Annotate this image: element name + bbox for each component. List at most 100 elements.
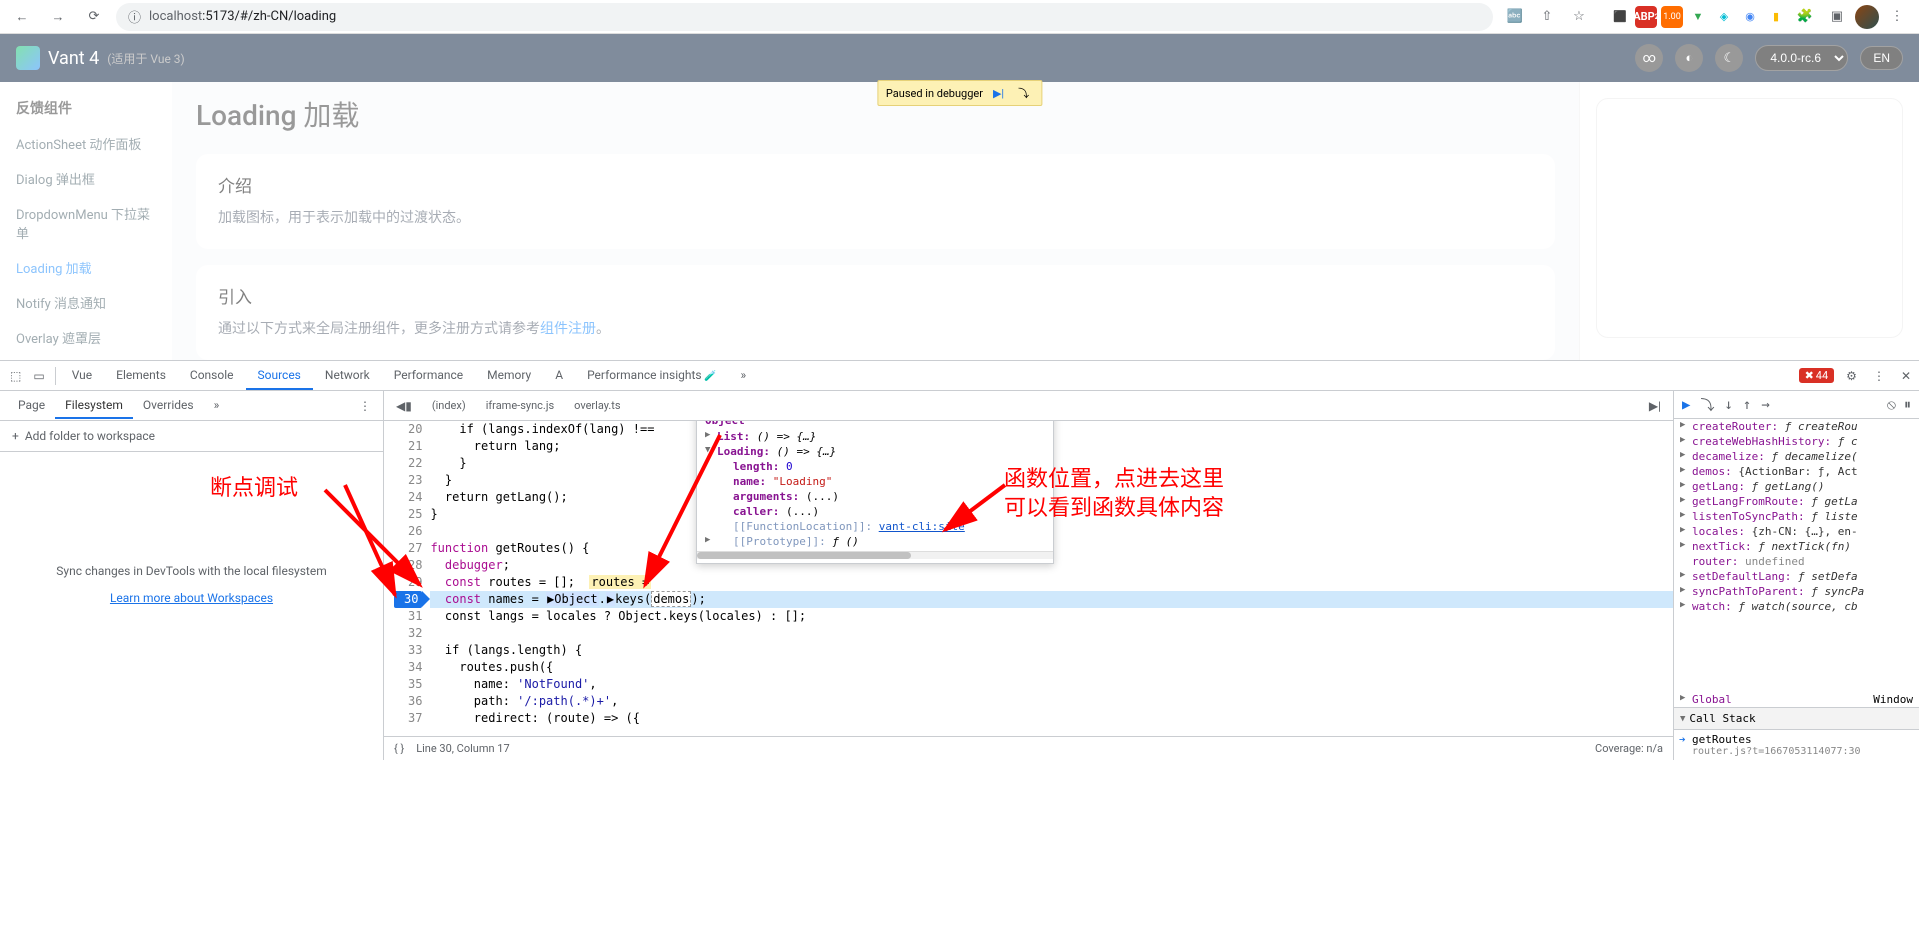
- devtools-tab[interactable]: Vue: [60, 362, 104, 390]
- ext-abp-icon[interactable]: ABP2: [1635, 6, 1657, 28]
- pause-exceptions-icon[interactable]: ⏸: [1904, 397, 1911, 413]
- settings-icon[interactable]: ⚙: [1842, 365, 1861, 387]
- scope-variable-row[interactable]: getLangFromRoute: ƒ getLa: [1674, 494, 1919, 509]
- panel-icon[interactable]: ▣: [1823, 3, 1851, 31]
- scope-variable-row[interactable]: listenToSyncPath: ƒ liste: [1674, 509, 1919, 524]
- step-icon[interactable]: →: [1761, 397, 1769, 413]
- tabs-overflow[interactable]: »: [729, 362, 759, 390]
- popup-scrollbar[interactable]: [697, 551, 1053, 559]
- callstack-fn: getRoutes: [1692, 733, 1913, 746]
- object-hover-popup: Object List: () => {…}Loading: () => {…}…: [696, 421, 1054, 564]
- file-tab[interactable]: overlay.ts: [564, 395, 630, 416]
- debugger-sidebar: ▶ ⤵ ↓ ↑ → ⦸ ⏸ createRouter: ƒ createRouc…: [1673, 391, 1919, 760]
- error-count-badge[interactable]: ✖ 44: [1799, 368, 1835, 383]
- devtools-tab[interactable]: Sources: [246, 362, 313, 390]
- url-bar[interactable]: ⓘ localhost:5173/#/zh-CN/loading: [116, 3, 1493, 31]
- tab-performance-insights[interactable]: Performance insights: [575, 362, 728, 390]
- scope-variable-row[interactable]: createRouter: ƒ createRou: [1674, 419, 1919, 434]
- scope-variable-row[interactable]: watch: ƒ watch(source, cb: [1674, 599, 1919, 614]
- devtools-close-icon[interactable]: ✕: [1897, 365, 1915, 387]
- scope-variable-row[interactable]: decamelize: ƒ decamelize(: [1674, 449, 1919, 464]
- forward-button[interactable]: →: [44, 3, 72, 31]
- resume-button[interactable]: ▶|: [989, 86, 1008, 101]
- line-gutter[interactable]: 202122232425262728293031323334353637: [384, 421, 430, 736]
- scope-variables[interactable]: createRouter: ƒ createRoucreateWebHashHi…: [1674, 419, 1919, 692]
- bookmark-icon[interactable]: ☆: [1565, 3, 1593, 31]
- add-folder-button[interactable]: + Add folder to workspace: [0, 421, 383, 452]
- callstack-file: router.js?t=1667053114077:30: [1692, 746, 1913, 757]
- devtools-tab[interactable]: Elements: [104, 362, 178, 390]
- share-icon[interactable]: ⇧: [1533, 3, 1561, 31]
- popup-property-row[interactable]: Loading: () => {…}: [697, 444, 1053, 459]
- plus-icon: +: [12, 429, 19, 443]
- cursor-position: Line 30, Column 17: [416, 742, 509, 755]
- scope-variable-row[interactable]: locales: {zh-CN: {…}, en-: [1674, 524, 1919, 539]
- scope-variable-row[interactable]: nextTick: ƒ nextTick(fn): [1674, 539, 1919, 554]
- debugger-banner-text: Paused in debugger: [886, 87, 983, 100]
- debugger-banner: Paused in debugger ▶| ⤵: [877, 80, 1042, 106]
- step-over-icon[interactable]: ⤵: [1700, 395, 1714, 415]
- file-tabs: ◀▮ (index)iframe-sync.jsoverlay.ts ▶|: [384, 391, 1673, 421]
- inspect-element-icon[interactable]: ⬚: [4, 365, 27, 387]
- scope-global-row[interactable]: Global Window: [1674, 692, 1919, 707]
- translate-icon[interactable]: 🔤: [1501, 3, 1529, 31]
- ext-icon-5[interactable]: ◈: [1713, 6, 1735, 28]
- sources-subtab[interactable]: Filesystem: [55, 393, 133, 419]
- scope-variable-row[interactable]: getLang: ƒ getLang(): [1674, 479, 1919, 494]
- devtools-tabs: ⬚ ▭ VueElementsConsoleSourcesNetworkPerf…: [0, 361, 1919, 391]
- profile-avatar[interactable]: [1855, 5, 1879, 29]
- sources-subtab[interactable]: Page: [8, 393, 55, 419]
- popup-property-row[interactable]: length: 0: [697, 459, 1053, 474]
- ext-icon-6[interactable]: ◉: [1739, 6, 1761, 28]
- toggle-navigator-icon[interactable]: ◀▮: [390, 395, 418, 417]
- file-tab[interactable]: iframe-sync.js: [476, 395, 564, 416]
- ext-vue-icon[interactable]: ▼: [1687, 6, 1709, 28]
- callstack-header[interactable]: Call Stack: [1674, 707, 1919, 730]
- step-out-icon[interactable]: ↑: [1743, 397, 1751, 413]
- debug-toolbar: ▶ ⤵ ↓ ↑ → ⦸ ⏸: [1674, 391, 1919, 419]
- ext-icon-1[interactable]: ⬛: [1609, 6, 1631, 28]
- ext-icon-3[interactable]: 1.00: [1661, 6, 1683, 28]
- chrome-menu-icon[interactable]: ⋮: [1883, 3, 1911, 31]
- scope-variable-row[interactable]: router: undefined: [1674, 554, 1919, 569]
- ext-icon-7[interactable]: ▮: [1765, 6, 1787, 28]
- scope-variable-row[interactable]: demos: {ActionBar: ƒ, Act: [1674, 464, 1919, 479]
- page-content: Paused in debugger ▶| ⤵ Vant 4 (适用于 Vue …: [0, 34, 1919, 360]
- reload-button[interactable]: ⟳: [80, 3, 108, 31]
- step-button[interactable]: ⤵: [1014, 84, 1033, 102]
- learn-more-link[interactable]: Learn more about Workspaces: [0, 591, 383, 605]
- scope-variable-row[interactable]: createWebHashHistory: ƒ c: [1674, 434, 1919, 449]
- devtools-tab[interactable]: Network: [313, 362, 382, 390]
- file-tab[interactable]: (index): [422, 395, 476, 416]
- more-tabs-icon[interactable]: ▶|: [1643, 395, 1667, 417]
- devtools-tab[interactable]: Performance: [382, 362, 475, 390]
- coverage-status: Coverage: n/a: [1595, 742, 1663, 755]
- navigator-menu-icon[interactable]: ⋮: [355, 395, 375, 417]
- sources-navigator: PageFilesystemOverrides» ⋮ + Add folder …: [0, 391, 384, 760]
- device-toggle-icon[interactable]: ▭: [27, 365, 50, 387]
- devtools-tab[interactable]: Memory: [475, 362, 543, 390]
- scope-variable-row[interactable]: setDefaultLang: ƒ setDefa: [1674, 569, 1919, 584]
- popup-property-row[interactable]: [[Prototype]]: ƒ (): [697, 534, 1053, 549]
- resume-icon[interactable]: ▶: [1682, 397, 1690, 413]
- step-into-icon[interactable]: ↓: [1724, 397, 1732, 413]
- extensions-icon[interactable]: 🧩: [1791, 3, 1819, 31]
- sources-subtab[interactable]: »: [204, 393, 230, 419]
- devtools-menu-icon[interactable]: ⋮: [1869, 365, 1889, 387]
- callstack-frame[interactable]: getRoutes router.js?t=1667053114077:30: [1674, 730, 1919, 760]
- deactivate-bp-icon[interactable]: ⦸: [1887, 397, 1896, 413]
- popup-property-row[interactable]: name: "Loading": [697, 474, 1053, 489]
- back-button[interactable]: ←: [8, 3, 36, 31]
- scope-variable-row[interactable]: syncPathToParent: ƒ syncPa: [1674, 584, 1919, 599]
- popup-property-row[interactable]: List: () => {…}: [697, 429, 1053, 444]
- devtools-tab[interactable]: Console: [178, 362, 246, 390]
- popup-property-row[interactable]: caller: (...): [697, 504, 1053, 519]
- popup-property-row[interactable]: [[FunctionLocation]]: vant-cli:site: [697, 519, 1053, 534]
- sources-subtabs: PageFilesystemOverrides» ⋮: [0, 391, 383, 421]
- sources-subtab[interactable]: Overrides: [133, 393, 204, 419]
- code-editor[interactable]: 202122232425262728293031323334353637 if …: [384, 421, 1673, 736]
- devtools-tab[interactable]: A: [543, 362, 575, 390]
- pretty-print-icon[interactable]: { }: [394, 742, 404, 755]
- popup-property-row[interactable]: arguments: (...): [697, 489, 1053, 504]
- devtools: ⬚ ▭ VueElementsConsoleSourcesNetworkPerf…: [0, 360, 1919, 760]
